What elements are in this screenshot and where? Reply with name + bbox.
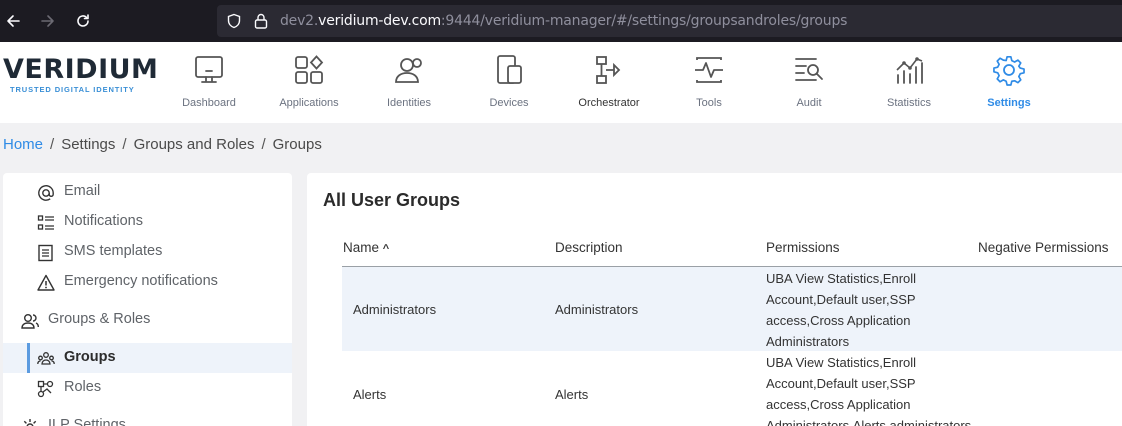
breadcrumb-separator: /: [122, 136, 127, 153]
sidebar-item-label: ILP Settings: [48, 417, 126, 426]
people-icon: [21, 314, 39, 329]
column-header-description[interactable]: Description: [555, 240, 623, 255]
nav-statistics[interactable]: Statistics: [859, 42, 959, 123]
forward-arrow-icon: [41, 15, 54, 27]
nav-devices[interactable]: Devices: [459, 42, 559, 123]
settings-icon: [23, 419, 37, 426]
document-icon: [38, 244, 53, 262]
back-arrow-icon: [7, 15, 20, 27]
settings-sidebar: Email Notifications SMS templates Emerge…: [3, 173, 292, 426]
groups-panel: All User Groups Name ^ Description Permi…: [307, 173, 1122, 426]
cell-description: Alerts: [555, 387, 589, 402]
nav-label: Dashboard: [182, 97, 236, 109]
cell-name: Alerts: [353, 387, 387, 402]
logo-wordmark: VERIDIUM: [3, 54, 159, 85]
nav-label: Audit: [796, 97, 822, 109]
nav-label: Identities: [386, 97, 432, 109]
browser-toolbar: dev2.veridium-dev.com:9444/veridium-mana…: [0, 0, 1122, 42]
users-icon: [395, 58, 422, 83]
sidebar-item-ilp-settings[interactable]: ILP Settings: [3, 411, 292, 426]
breadcrumb-settings: Settings: [61, 136, 116, 153]
breadcrumb-groups: Groups: [272, 136, 322, 153]
sidebar-item-emergency-notifications[interactable]: Emergency notifications: [3, 267, 292, 297]
breadcrumb-separator: /: [261, 136, 266, 153]
shield-icon[interactable]: [226, 13, 242, 29]
sidebar-item-notifications[interactable]: Notifications: [3, 207, 292, 237]
sidebar-item-email[interactable]: Email: [3, 177, 292, 207]
warning-icon: [37, 274, 55, 291]
sidebar-item-roles[interactable]: Roles: [3, 373, 292, 403]
breadcrumb-home[interactable]: Home: [3, 136, 43, 153]
nav-dashboard[interactable]: Dashboard: [159, 42, 259, 123]
sidebar-item-label: Emergency notifications: [64, 273, 218, 289]
cell-description: Administrators: [555, 302, 639, 317]
forward-button[interactable]: [38, 11, 58, 31]
sidebar-item-label: Groups & Roles: [48, 311, 151, 327]
address-bar[interactable]: dev2.veridium-dev.com:9444/veridium-mana…: [217, 5, 1122, 37]
table-row[interactable]: Alerts Alerts UBA View Statistics,Enroll…: [342, 351, 1122, 426]
lock-icon[interactable]: [253, 12, 269, 30]
roles-icon: [37, 380, 54, 398]
nav-applications[interactable]: Applications: [259, 42, 359, 123]
nav-label: Orchestrator: [578, 97, 640, 109]
breadcrumb: Home / Settings / Groups and Roles / Groups: [3, 136, 322, 153]
cell-permissions: UBA View Statistics,Enroll Account,Defau…: [766, 355, 972, 426]
tools-icon: [695, 57, 723, 83]
column-header-negative-permissions[interactable]: Negative Permissions: [978, 240, 1109, 255]
nav-label: Tools: [696, 97, 722, 109]
nav-identities[interactable]: Identities: [359, 42, 459, 123]
sidebar-item-label: Email: [64, 183, 101, 199]
nav-label: Devices: [489, 97, 529, 109]
gear-icon: [993, 55, 1025, 86]
orchestrator-icon: [596, 56, 621, 84]
back-button[interactable]: [3, 11, 23, 31]
column-header-name[interactable]: Name ^: [343, 240, 389, 255]
list-icon: [37, 215, 54, 230]
breadcrumb-groups-and-roles: Groups and Roles: [133, 136, 255, 153]
sort-ascending-icon[interactable]: ^: [383, 243, 389, 255]
sidebar-item-groups[interactable]: Groups: [3, 343, 292, 373]
nav-label: Statistics: [886, 97, 931, 109]
app-header: VERIDIUM TRUSTED DIGITAL IDENTITY Dashbo…: [0, 42, 1122, 123]
devices-icon: [497, 55, 522, 84]
nav-tools[interactable]: Tools: [659, 42, 759, 123]
sidebar-item-label: Groups: [64, 349, 116, 365]
apps-grid-icon: [295, 55, 324, 84]
sidebar-item-sms-templates[interactable]: SMS templates: [3, 237, 292, 267]
nav-orchestrator[interactable]: Orchestrator: [559, 42, 659, 123]
sidebar-item-groups-and-roles[interactable]: Groups & Roles: [3, 305, 292, 335]
breadcrumb-separator: /: [50, 136, 55, 153]
group-icon: [37, 352, 55, 365]
statistics-icon: [896, 57, 923, 84]
logo-tagline: TRUSTED DIGITAL IDENTITY: [10, 85, 135, 94]
url-text[interactable]: dev2.veridium-dev.com:9444/veridium-mana…: [280, 13, 847, 29]
reload-icon: [77, 14, 89, 27]
at-icon: [38, 185, 54, 201]
nav-audit[interactable]: Audit: [759, 42, 859, 123]
nav-label: Settings: [987, 97, 1031, 109]
cell-name: Administrators: [353, 302, 437, 317]
veridium-logo[interactable]: VERIDIUM TRUSTED DIGITAL IDENTITY: [3, 54, 159, 104]
nav-label: Applications: [279, 97, 339, 109]
page-title: All User Groups: [323, 190, 461, 210]
reload-button[interactable]: [73, 11, 93, 31]
column-header-permissions[interactable]: Permissions: [766, 240, 840, 255]
nav-settings[interactable]: Settings: [959, 42, 1059, 123]
cell-permissions: UBA View Statistics,Enroll Account,Defau…: [766, 271, 917, 349]
monitor-icon: [195, 56, 223, 83]
table-row[interactable]: Administrators Administrators UBA View S…: [342, 267, 1122, 351]
sidebar-item-label: SMS templates: [64, 243, 163, 259]
sidebar-item-label: Notifications: [64, 213, 143, 229]
audit-icon: [795, 58, 823, 81]
sidebar-item-label: Roles: [64, 379, 102, 395]
